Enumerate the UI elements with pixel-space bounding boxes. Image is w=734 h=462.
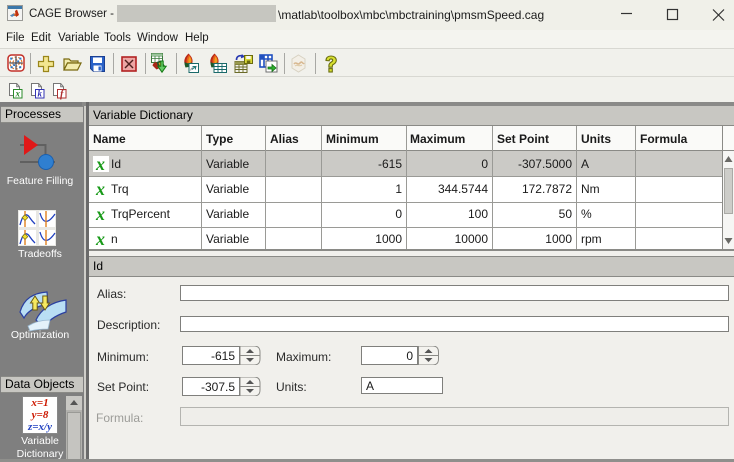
svg-text:k: k	[38, 89, 43, 99]
svg-text:x: x	[15, 89, 21, 99]
